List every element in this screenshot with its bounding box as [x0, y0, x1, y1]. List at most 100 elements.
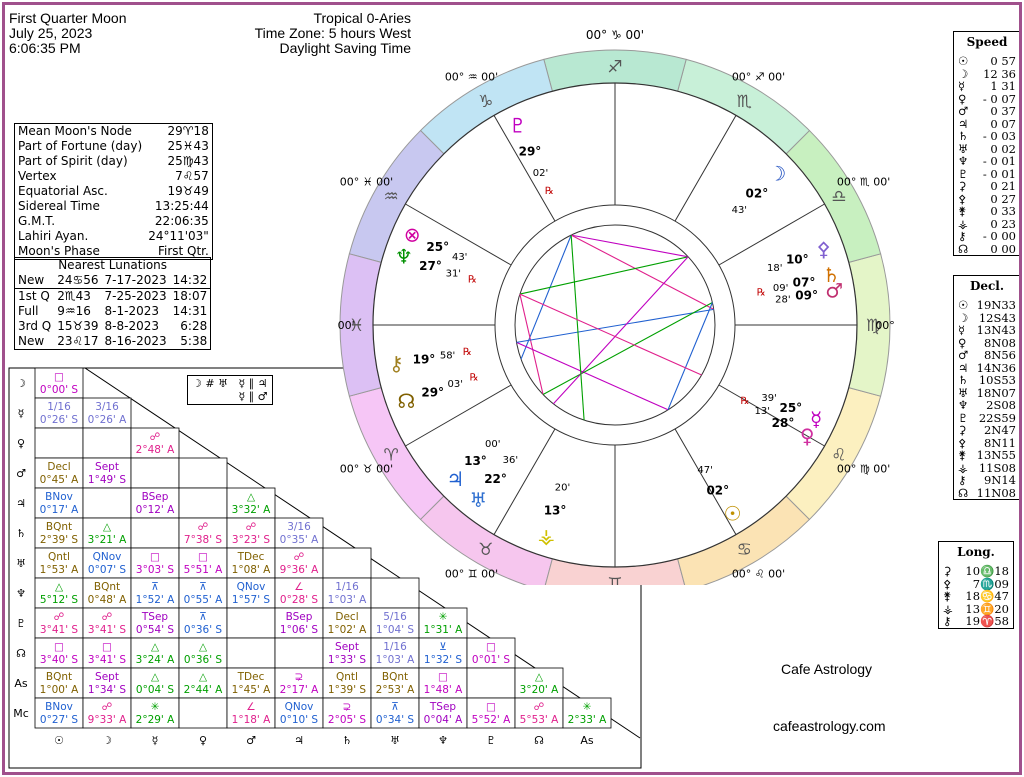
cusp-label: 00° ♓ 00': [340, 176, 393, 189]
planet-glyph: ⚳: [943, 564, 952, 578]
aspect-orb: 0°10' S: [280, 714, 319, 726]
planet-minute: 02': [533, 168, 548, 179]
planet-minute: 00': [485, 439, 500, 450]
grid-row-glyph: ♀: [17, 437, 25, 450]
grid-row-glyph: ♆: [16, 587, 26, 600]
speed-value: 0 21: [990, 179, 1016, 193]
planet-degree: 02°: [706, 484, 729, 498]
aspect-symbol: Sept: [95, 671, 119, 683]
planet-glyph: ♅: [469, 488, 487, 512]
planet-degree: 13°: [464, 454, 487, 468]
long-value: 18♋47: [965, 589, 1009, 603]
speed-row: ♆ - 0 01: [954, 155, 1019, 168]
grid-col-glyph: ♆: [438, 734, 448, 747]
aspect-orb: 2°39' S: [40, 534, 79, 546]
planet-degree: 09°: [795, 289, 818, 303]
aspect-orb: 0°04' S: [136, 684, 175, 696]
aspect-orb: 1°53' A: [40, 564, 80, 576]
lunation-row: 1st Q 2♏43 7-25-2023 18:07: [14, 288, 211, 304]
cusp-label: 00° ♎ 00': [875, 319, 895, 332]
aspect-symbol: △: [247, 491, 256, 503]
planet-degree: 07°: [793, 275, 816, 289]
decl-row: ☉ 19N33: [954, 299, 1019, 312]
aspect-orb: 1°00' A: [40, 684, 80, 696]
aspect-symbol: TDec: [237, 671, 265, 683]
speed-row: ♄ - 0 03: [954, 130, 1019, 143]
planet-glyph: ♆: [958, 398, 969, 412]
aspect-symbol: 3/16: [95, 401, 119, 413]
planet-degree: 19°: [413, 353, 436, 367]
aspect-symbol: △: [151, 671, 160, 683]
grid-cell: [34, 427, 84, 459]
info-table: Mean Moon's Node 29♈18 Part of Fortune (da…: [14, 123, 213, 260]
sign-glyph: ♎: [831, 187, 846, 207]
brand-url[interactable]: cafeastrology.com: [773, 718, 886, 734]
aspect-orb: 5°53' A: [520, 714, 560, 726]
aspect-symbol: ☍: [102, 611, 113, 623]
info-label: Equatorial Asc.: [18, 184, 108, 198]
chart-header-left: First Quarter Moon July 25, 2023 6:06:35…: [9, 11, 126, 56]
aspect-orb: 0°55' A: [184, 594, 224, 606]
planet-glyph: ☿: [958, 79, 966, 93]
aspect-orb: 0°28' S: [280, 594, 319, 606]
aspect-symbol: BSep: [286, 611, 313, 623]
grid-cell: [226, 607, 276, 639]
aspect-orb: 7°38' S: [184, 534, 223, 546]
aspect-orb: 2°48' A: [136, 444, 176, 456]
lunation-row: New 24♋56 7-17-2023 14:32: [15, 273, 211, 289]
aspect-orb: 1°18' A: [232, 714, 272, 726]
aspect-symbol: QNov: [93, 551, 122, 563]
planet-glyph: ⚷: [389, 352, 404, 376]
speed-row: ♂ 0 37: [954, 104, 1019, 118]
aspect-symbol: BNov: [45, 701, 73, 713]
speed-row: ⚷ - 0 00: [954, 230, 1019, 243]
planet-minute: 20': [555, 483, 570, 494]
mc-label: 00° ♑ 00': [586, 28, 644, 42]
lunation-cell: 7-25-2023: [101, 288, 170, 304]
aspect-orb: 0°48' A: [88, 594, 128, 606]
cusp-label: 00° ♍ 00': [837, 463, 890, 476]
decl-row: ⚵ 13N55: [954, 449, 1019, 462]
aspect-symbol: Sept: [335, 641, 359, 653]
aspect-orb: 2°29' A: [136, 714, 176, 726]
lunation-cell: New: [18, 273, 45, 287]
aspect-symbol: ☍: [198, 521, 209, 533]
aspect-orb: 1°31' A: [424, 624, 464, 636]
grid-row-glyph: ♃: [16, 497, 26, 510]
sign-glyph: ♑: [478, 92, 493, 112]
planet-glyph: ⊗: [404, 223, 421, 247]
info-row: Part of Spirit (day) 25♍43: [15, 154, 213, 169]
aspect-symbol: TSep: [429, 701, 457, 713]
planet-glyph: ♂: [958, 104, 969, 118]
aspect-orb: 1°45' A: [232, 684, 272, 696]
planet-degree: 10°: [786, 253, 809, 267]
lunation-cell: 8-1-2023: [104, 304, 159, 318]
aspect-orb: 3°24' A: [136, 654, 176, 666]
aspect-orb: 0°54' S: [136, 624, 175, 636]
info-label: G.M.T.: [18, 214, 56, 228]
info-value: 25♓43: [167, 139, 209, 153]
lunation-cell: Full: [18, 304, 39, 318]
aspect-orb: 0°35' A: [280, 534, 320, 546]
info-value: 19♉49: [167, 184, 209, 198]
aspect-symbol: ⊻: [439, 641, 447, 653]
planet-glyph: ♃: [446, 467, 464, 491]
planet-degree: 27°: [419, 259, 442, 273]
grid-col-glyph: ☽: [102, 734, 112, 747]
planet-glyph: ♄: [822, 263, 840, 287]
header-line: July 25, 2023: [9, 25, 93, 41]
decl-row: ♄ 10S53: [954, 374, 1019, 387]
grid-row-glyph: ♇: [16, 617, 26, 630]
grid-cell: [82, 427, 132, 459]
planet-minute: 13': [754, 406, 769, 417]
info-value: 24°11'03": [148, 229, 209, 243]
aspect-orb: 1°39' S: [328, 684, 367, 696]
aspect-symbol: TSep: [141, 611, 169, 623]
declination-table: Decl. ☉ 19N33 ☽ 12S43 ☿ 13N43 ♀ 8N08 ♂ 8N56 ♃ 14N36…: [953, 275, 1019, 500]
aspect-orb: 3°20' A: [520, 684, 560, 696]
aspect-symbol: ☍: [534, 701, 545, 713]
speed-value: 0 57: [990, 54, 1016, 68]
planet-degree: 28°: [772, 416, 795, 430]
aspect-symbol: ⊋: [295, 671, 304, 683]
aspect-symbol: ☍: [246, 521, 257, 533]
